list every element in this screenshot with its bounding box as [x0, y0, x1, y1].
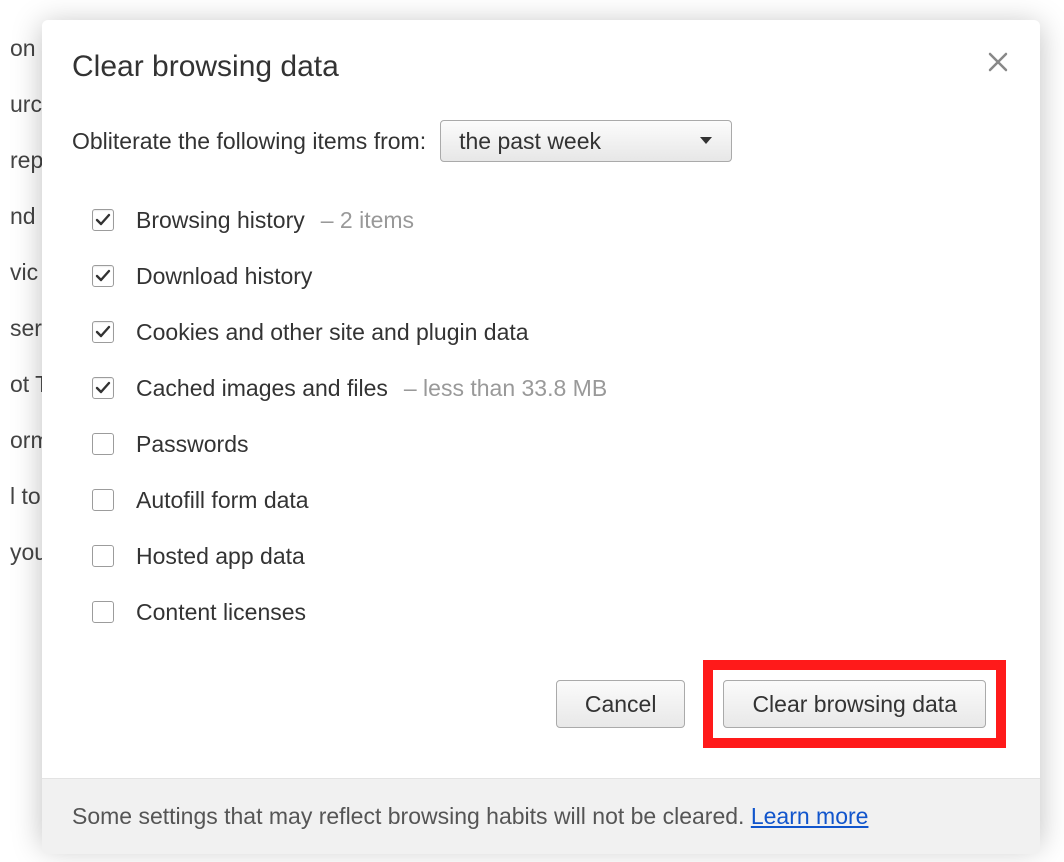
option-label: Browsing history — [136, 207, 305, 234]
dialog-header: Clear browsing data — [42, 20, 1040, 90]
option-checkbox[interactable] — [92, 601, 114, 623]
chevron-down-icon — [699, 136, 713, 146]
option-checkbox[interactable] — [92, 209, 114, 231]
clear-browsing-data-dialog: Clear browsing data Obliterate the follo… — [42, 20, 1040, 844]
close-button[interactable] — [986, 50, 1010, 74]
option-row: Cookies and other site and plugin data — [92, 304, 1004, 360]
option-checkbox[interactable] — [92, 377, 114, 399]
clear-browsing-data-button[interactable]: Clear browsing data — [723, 680, 986, 728]
option-checkbox[interactable] — [92, 265, 114, 287]
time-range-label: Obliterate the following items from: — [72, 128, 426, 155]
option-row: Download history — [92, 248, 1004, 304]
dialog-title: Clear browsing data — [72, 50, 1010, 84]
option-row: Autofill form data — [92, 472, 1004, 528]
option-row: Content licenses — [92, 584, 1004, 640]
option-checkbox[interactable] — [92, 321, 114, 343]
learn-more-link[interactable]: Learn more — [751, 803, 869, 829]
option-row: Passwords — [92, 416, 1004, 472]
option-detail: – less than 33.8 MB — [404, 375, 607, 402]
option-label: Content licenses — [136, 599, 306, 626]
time-range-selected-value: the past week — [459, 128, 601, 155]
option-row: Browsing history – 2 items — [92, 192, 1004, 248]
highlight-box: Clear browsing data — [703, 660, 1006, 748]
dialog-actions: Cancel Clear browsing data — [42, 650, 1040, 778]
option-label: Download history — [136, 263, 312, 290]
options-list: Browsing history – 2 items Download histo… — [72, 162, 1004, 640]
dialog-footer: Some settings that may reflect browsing … — [42, 778, 1040, 854]
option-detail: – 2 items — [321, 207, 414, 234]
option-checkbox[interactable] — [92, 545, 114, 567]
option-row: Hosted app data — [92, 528, 1004, 584]
close-icon — [986, 50, 1010, 74]
option-checkbox[interactable] — [92, 489, 114, 511]
option-label: Passwords — [136, 431, 248, 458]
cancel-button[interactable]: Cancel — [556, 680, 686, 728]
option-row: Cached images and files – less than 33.8… — [92, 360, 1004, 416]
option-checkbox[interactable] — [92, 433, 114, 455]
option-label: Cookies and other site and plugin data — [136, 319, 529, 346]
dialog-body: Obliterate the following items from: the… — [42, 90, 1040, 650]
time-range-select[interactable]: the past week — [440, 120, 732, 162]
footer-text: Some settings that may reflect browsing … — [72, 803, 751, 829]
option-label: Hosted app data — [136, 543, 305, 570]
option-label: Cached images and files — [136, 375, 388, 402]
time-range-row: Obliterate the following items from: the… — [72, 120, 1004, 162]
option-label: Autofill form data — [136, 487, 309, 514]
